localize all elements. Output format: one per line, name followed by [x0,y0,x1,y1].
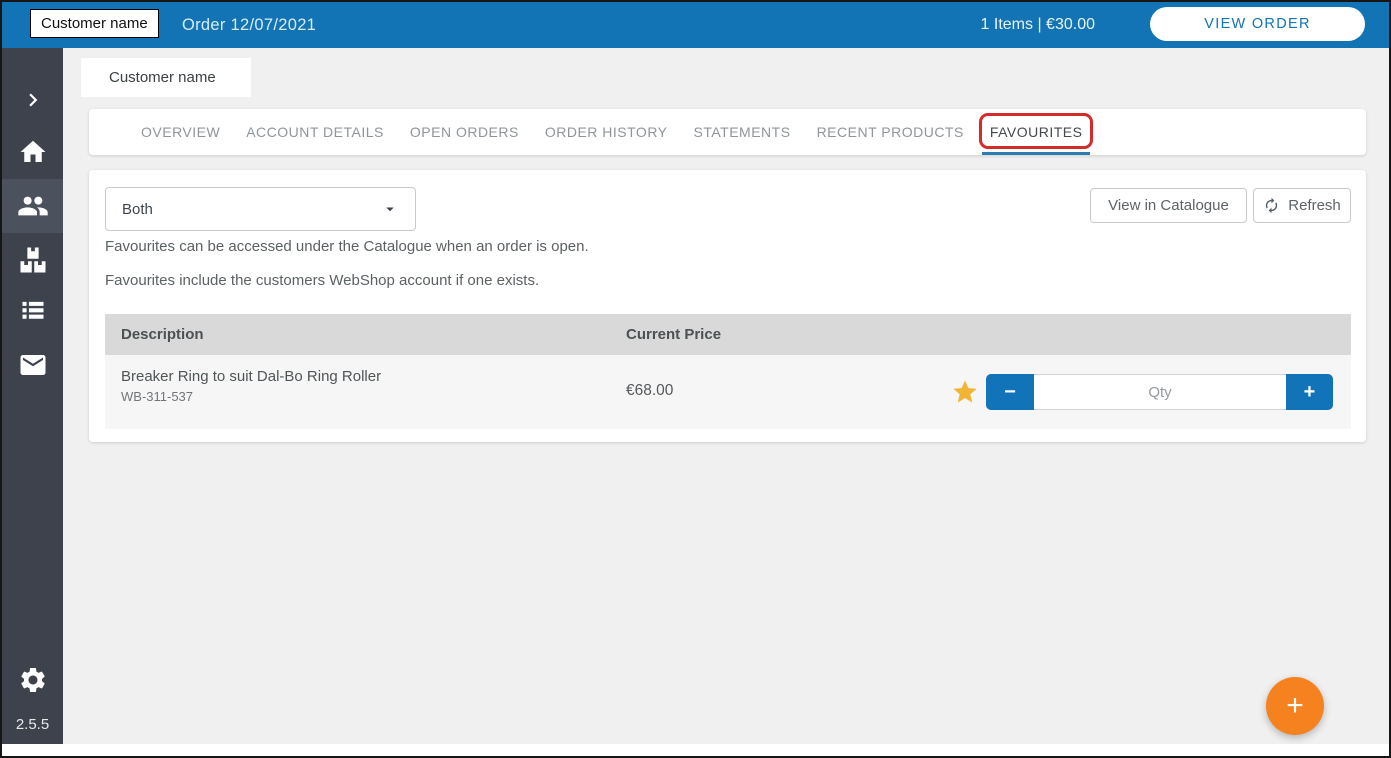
customer-name-tab[interactable]: Customer name [81,58,251,97]
chevron-right-icon [20,87,46,113]
sidebar-item-products[interactable] [2,238,63,282]
gear-icon [18,665,48,695]
info-line-webshop: Favourites include the customers WebShop… [105,272,539,289]
tab-statements[interactable]: STATEMENTS [694,109,791,155]
info-line-catalogue: Favourites can be accessed under the Cat… [105,238,589,255]
bottom-scroll-strip [2,744,1389,756]
sidebar: 2.5.5 [2,48,63,744]
tab-favourites[interactable]: FAVOURITES [990,109,1083,155]
column-header-current-price: Current Price [626,314,721,355]
table-header: Description Current Price [105,314,1351,355]
top-bar: Customer name Order 12/07/2021 1 Items |… [2,2,1389,48]
tab-list: OVERVIEW ACCOUNT DETAILS OPEN ORDERS ORD… [89,109,1366,155]
refresh-button[interactable]: Refresh [1253,188,1351,223]
topbar-customer-name: Customer name [30,9,159,38]
cart-summary: 1 Items | €30.00 [981,2,1095,48]
plus-icon: + [1286,689,1304,723]
sidebar-item-list[interactable] [2,288,63,332]
product-price: €68.00 [626,382,673,400]
chevron-down-icon [381,200,399,218]
refresh-icon [1263,197,1280,214]
quantity-minus-button[interactable]: − [986,374,1034,410]
mail-icon [18,350,48,380]
sidebar-toggle[interactable] [2,78,63,122]
column-header-description: Description [121,314,204,355]
tab-order-history[interactable]: ORDER HISTORY [545,109,668,155]
product-sku: WB-311-537 [121,389,381,404]
favourites-panel: Both View in Catalogue Refresh Favourite… [89,170,1366,442]
quantity-plus-button[interactable]: + [1286,374,1333,410]
sidebar-item-home[interactable] [2,130,63,174]
home-icon [18,137,48,167]
main-area: Customer name OVERVIEW ACCOUNT DETAILS O… [63,48,1389,744]
tab-recent-products[interactable]: RECENT PRODUCTS [817,109,964,155]
view-order-button[interactable]: VIEW ORDER [1150,7,1365,41]
app-window: Customer name Order 12/07/2021 1 Items |… [0,0,1391,758]
product-description-cell: Breaker Ring to suit Dal-Bo Ring Roller … [121,368,381,404]
tab-account-details[interactable]: ACCOUNT DETAILS [246,109,384,155]
tab-bar: OVERVIEW ACCOUNT DETAILS OPEN ORDERS ORD… [89,109,1366,155]
quantity-input[interactable] [1034,374,1286,410]
tab-open-orders[interactable]: OPEN ORDERS [410,109,519,155]
favourite-star-icon[interactable] [951,378,979,406]
view-in-catalogue-button[interactable]: View in Catalogue [1090,188,1247,223]
order-title: Order 12/07/2021 [182,2,316,48]
product-name: Breaker Ring to suit Dal-Bo Ring Roller [121,368,381,385]
list-icon [19,296,47,324]
app-version: 2.5.5 [2,716,63,733]
favourites-table: Description Current Price Breaker Ring t… [105,314,1351,429]
table-row: Breaker Ring to suit Dal-Bo Ring Roller … [105,355,1351,429]
add-fab-button[interactable]: + [1266,677,1324,735]
active-tab-underline [982,152,1091,155]
quantity-stepper: − + [986,374,1333,410]
dropdown-selected-value: Both [122,201,153,218]
sidebar-settings[interactable] [2,658,63,702]
favourites-filter-dropdown[interactable]: Both [105,187,416,231]
people-icon [17,190,49,222]
products-boxes-icon [18,245,48,275]
tab-overview[interactable]: OVERVIEW [141,109,220,155]
sidebar-item-customers[interactable] [2,179,63,233]
sidebar-item-mail[interactable] [2,343,63,387]
